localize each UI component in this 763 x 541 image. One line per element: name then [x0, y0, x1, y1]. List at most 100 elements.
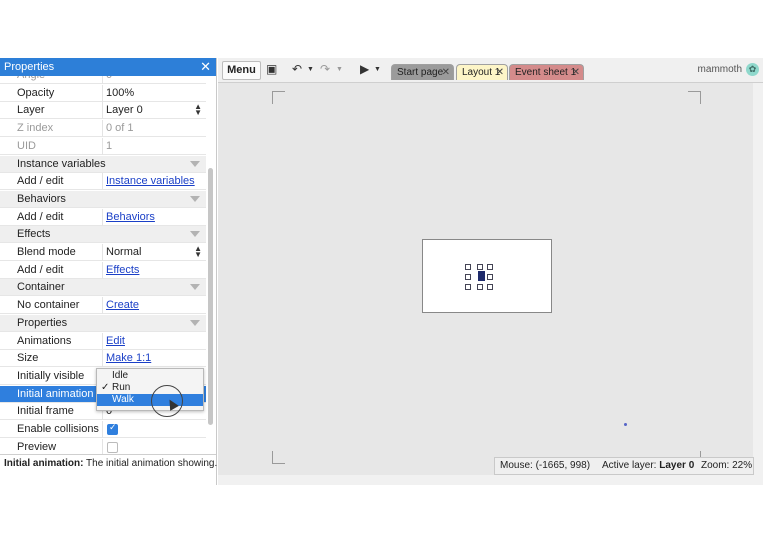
collapse-triangle-icon[interactable]: [190, 231, 200, 238]
property-label: Preview: [17, 440, 57, 453]
category-container[interactable]: Container: [0, 279, 206, 297]
collapse-triangle-icon[interactable]: [190, 284, 200, 291]
property-label: Animations: [17, 334, 72, 347]
collapse-triangle-icon[interactable]: [190, 319, 200, 326]
redo-icon[interactable]: ↷: [320, 62, 330, 76]
editor-window: Properties ✕ Angle0Opacity100%LayerLayer…: [0, 58, 763, 485]
tab-event-sheet-1[interactable]: Event sheet 1 ✕: [509, 64, 584, 80]
category-properties[interactable]: Properties: [0, 314, 206, 332]
no-container-link[interactable]: Create: [106, 299, 139, 311]
tab-start-page[interactable]: Start page ✕: [391, 64, 454, 80]
layout-area[interactable]: [422, 239, 552, 313]
canvas-marker: [624, 423, 627, 426]
property-value: 1: [106, 139, 113, 152]
resize-handle[interactable]: [487, 274, 493, 280]
play-icon[interactable]: ▶: [360, 62, 369, 76]
animations-link[interactable]: Edit: [106, 335, 125, 347]
play-dropdown-icon[interactable]: ▼: [374, 66, 381, 73]
close-tab-icon[interactable]: ✕: [572, 65, 580, 80]
column-divider: [102, 261, 103, 279]
resize-handle[interactable]: [477, 264, 483, 270]
property-label: Add / edit: [17, 263, 64, 276]
property-label: Initial animation: [17, 387, 94, 400]
property-label: Opacity: [17, 86, 55, 99]
checkmark-icon: ✓: [101, 382, 110, 393]
option-label: Run: [112, 382, 131, 393]
option-label: Walk: [112, 394, 134, 405]
property-row-add-edit: Add / edit Effects: [0, 261, 206, 279]
column-divider: [102, 102, 103, 120]
property-label: Effects: [17, 228, 51, 241]
column-divider: [102, 332, 103, 350]
resize-handle[interactable]: [465, 274, 471, 280]
property-value[interactable]: Layer 0: [106, 104, 143, 116]
property-label: Initially visible: [17, 369, 85, 382]
resize-handle[interactable]: [487, 264, 493, 270]
property-row-add-edit: Add / edit Behaviors: [0, 208, 206, 226]
option-label: Idle: [112, 370, 129, 381]
enable-collisions-checkbox[interactable]: [107, 422, 118, 435]
property-label: Container: [17, 281, 65, 294]
menu-button[interactable]: Menu: [222, 61, 261, 80]
property-row-layer: Layer Layer 0 ▲ ▼: [0, 102, 206, 120]
layout-canvas[interactable]: [218, 83, 753, 475]
initial-animation-dropdown[interactable]: Idle ✓ Run Walk: [96, 368, 204, 411]
resize-handle[interactable]: [477, 284, 483, 290]
property-label: Initial frame: [17, 405, 74, 418]
add-edit-link[interactable]: Behaviors: [106, 211, 155, 223]
preview-checkbox[interactable]: [107, 441, 118, 453]
property-label: Blend mode: [17, 246, 76, 258]
canvas-horizontal-scrollbar[interactable]: [218, 475, 763, 485]
property-row-uid: UID 1: [0, 137, 206, 155]
close-tab-icon[interactable]: ✕: [496, 65, 504, 80]
resize-handle[interactable]: [465, 264, 471, 270]
select-arrows-icon[interactable]: ▲▼: [194, 103, 202, 117]
resize-handle[interactable]: [487, 284, 493, 290]
dropdown-option-idle[interactable]: Idle: [97, 370, 203, 382]
property-label: Add / edit: [17, 175, 64, 188]
size-link[interactable]: Make 1:1: [106, 352, 151, 364]
property-row-enable-collisions: Enable collisions: [0, 421, 206, 438]
property-row-angle: Angle 0: [0, 76, 206, 84]
column-divider: [102, 137, 103, 155]
close-icon[interactable]: ✕: [200, 59, 211, 75]
resize-handle[interactable]: [465, 284, 471, 290]
property-row-add-edit: Add / edit Instance variables: [0, 173, 206, 191]
canvas-vertical-scrollbar[interactable]: [753, 83, 763, 475]
column-divider: [102, 350, 103, 368]
column-divider: [102, 421, 103, 438]
property-label: Behaviors: [17, 192, 66, 205]
tab-layout-1[interactable]: Layout 1 ✕: [456, 64, 508, 80]
property-value[interactable]: Normal: [106, 246, 141, 258]
collapse-triangle-icon[interactable]: [190, 160, 200, 167]
collapse-triangle-icon[interactable]: [190, 195, 200, 202]
sprite-instance[interactable]: [478, 271, 485, 281]
select-arrows-icon[interactable]: ▲▼: [194, 245, 202, 259]
add-edit-link[interactable]: Instance variables: [106, 175, 195, 187]
properties-scrollbar[interactable]: [208, 168, 213, 425]
category-behaviors[interactable]: Behaviors: [0, 190, 206, 208]
property-row-no-container: No container Create: [0, 297, 206, 315]
property-row-size: Size Make 1:1: [0, 350, 206, 368]
redo-dropdown-icon[interactable]: ▼: [336, 66, 343, 73]
column-divider: [102, 173, 103, 191]
property-row-animations: Animations Edit: [0, 332, 206, 350]
column-divider: [102, 438, 103, 454]
property-label: Layer: [17, 104, 45, 117]
description-text: The initial animation showing.: [83, 458, 218, 469]
property-value[interactable]: 100%: [106, 87, 134, 99]
viewport-corner: [272, 451, 285, 464]
undo-dropdown-icon[interactable]: ▼: [307, 66, 314, 73]
category-effects[interactable]: Effects: [0, 226, 206, 244]
dropdown-option-walk[interactable]: Walk: [97, 394, 203, 406]
save-icon[interactable]: ▣: [266, 62, 277, 76]
add-edit-link[interactable]: Effects: [106, 264, 139, 276]
property-value: 0: [106, 76, 112, 81]
undo-icon[interactable]: ↶: [292, 62, 302, 76]
category-instance-variables[interactable]: Instance variables: [0, 155, 206, 173]
dropdown-option-run[interactable]: ✓ Run: [97, 382, 203, 394]
property-value: 0 of 1: [106, 122, 134, 135]
brand-name: mammoth: [697, 64, 742, 75]
close-tab-icon[interactable]: ✕: [442, 65, 450, 80]
zoom-level: Zoom: 22%: [701, 460, 753, 471]
